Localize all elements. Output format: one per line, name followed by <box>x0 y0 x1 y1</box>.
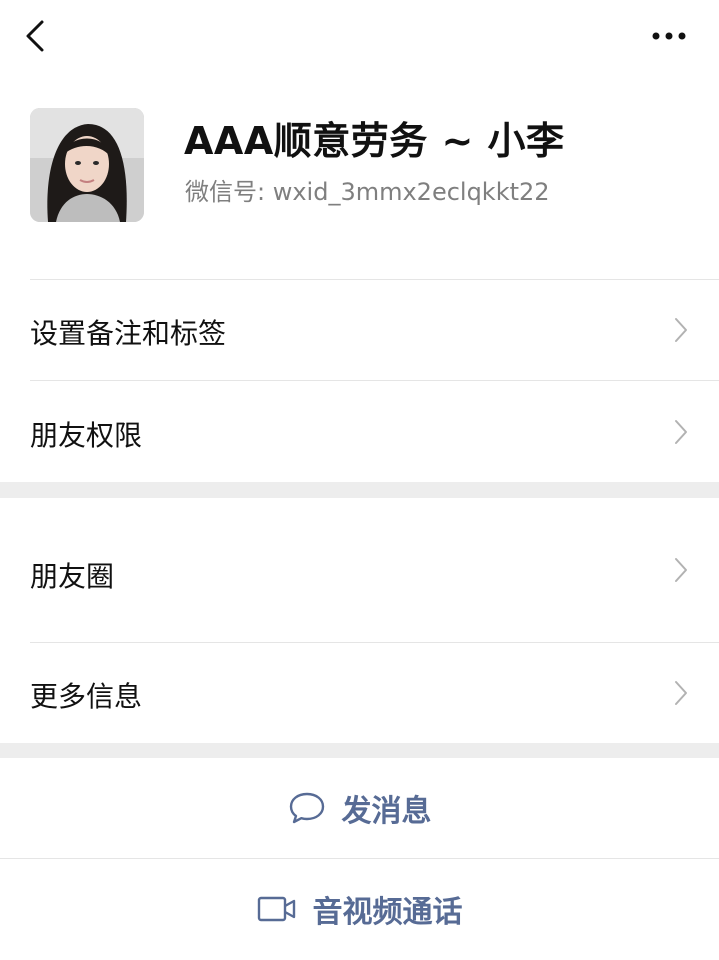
section-separator <box>0 743 719 758</box>
friend-permissions-row[interactable]: 朋友权限 <box>0 381 719 482</box>
more-horizontal-icon <box>652 32 686 40</box>
chevron-right-icon <box>675 318 687 342</box>
profile-photo-image <box>30 108 144 222</box>
set-remark-and-tags-label: 设置备注和标签 <box>30 317 227 350</box>
back-button[interactable] <box>14 14 58 58</box>
profile-header: AAA顺意劳务 ~ 小李 微信号: wxid_3mmx2eclqkkt22 <box>0 72 719 279</box>
set-remark-and-tags-row[interactable]: 设置备注和标签 <box>0 280 719 380</box>
more-options-button[interactable] <box>642 16 698 56</box>
wechat-id: 微信号: wxid_3mmx2eclqkkt22 <box>185 178 550 206</box>
contact-name: AAA顺意劳务 ~ 小李 <box>184 119 565 163</box>
video-call-label: 音视频通话 <box>312 895 463 930</box>
top-bar <box>0 0 719 72</box>
video-camera-icon <box>257 896 295 922</box>
chat-bubble-icon <box>289 792 324 824</box>
video-call-button[interactable]: 音视频通话 <box>0 859 719 959</box>
chevron-right-icon <box>675 681 687 705</box>
send-message-button[interactable]: 发消息 <box>0 758 719 858</box>
moments-row[interactable]: 朋友圈 <box>0 498 719 642</box>
section-separator <box>0 482 719 498</box>
send-message-label: 发消息 <box>341 794 432 829</box>
more-info-label: 更多信息 <box>30 680 143 713</box>
chevron-left-icon <box>26 20 44 52</box>
chevron-right-icon <box>675 420 687 444</box>
friend-permissions-label: 朋友权限 <box>30 419 143 452</box>
avatar[interactable] <box>30 108 144 222</box>
more-info-row[interactable]: 更多信息 <box>0 643 719 743</box>
moments-label: 朋友圈 <box>30 560 115 593</box>
chevron-right-icon <box>675 558 687 582</box>
